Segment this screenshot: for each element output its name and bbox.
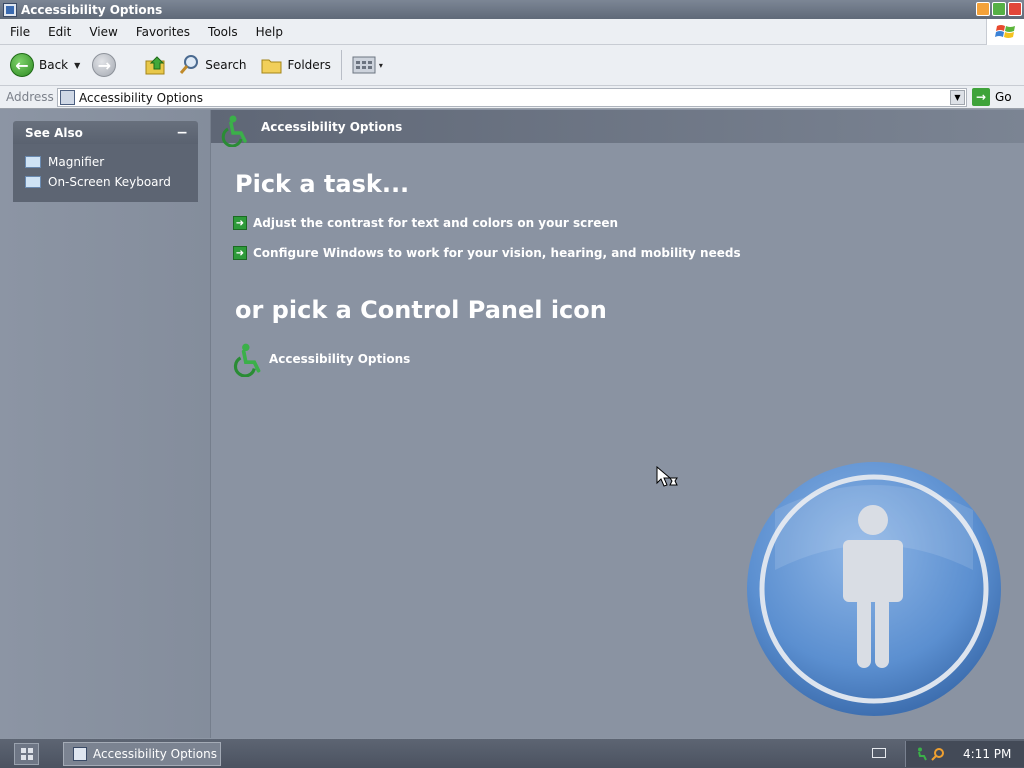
maximize-button[interactable] [992,2,1006,16]
close-button[interactable] [1008,2,1022,16]
folders-label: Folders [287,58,331,72]
go-arrow-icon: → [972,88,990,106]
back-arrow-icon: ← [10,53,34,77]
see-also-panel: See Also − Magnifier On-Screen Keyboard [13,121,198,202]
keyboard-icon [25,176,41,188]
control-panel-icon [60,90,75,105]
wheelchair-icon [221,115,247,147]
taskbar-window-button[interactable]: Accessibility Options [63,742,221,766]
pick-task-heading: Pick a task... [235,170,410,198]
task-arrow-icon: ➜ [233,216,247,230]
menu-help[interactable]: Help [247,25,292,39]
collapse-icon[interactable]: − [176,125,188,141]
banner-title: Accessibility Options [261,119,403,134]
menu-bar: File Edit View Favorites Tools Help [0,19,1024,45]
see-also-magnifier[interactable]: Magnifier [25,152,188,172]
toolbar: ← Back ▼ → Search Folders ▾ [0,45,1024,86]
accessibility-tray-icon[interactable] [914,747,928,761]
search-label: Search [205,58,247,72]
search-button[interactable]: Search [174,49,250,81]
start-button[interactable] [14,743,39,765]
window-icon[interactable] [3,2,17,17]
menu-tools[interactable]: Tools [199,25,247,39]
address-value: Accessibility Options [79,90,203,105]
see-also-header[interactable]: See Also − [13,121,198,144]
menu-view[interactable]: View [80,25,126,39]
task-label: Adjust the contrast for text and colors … [253,216,619,230]
address-input[interactable]: Accessibility Options ▼ [57,88,967,107]
back-dropdown-icon[interactable]: ▼ [74,61,80,70]
see-also-on-screen-keyboard[interactable]: On-Screen Keyboard [25,172,188,192]
taskbar: Accessibility Options 4:11 PM [0,738,1024,768]
system-tray: 4:11 PM [905,741,1024,767]
task-link-configure-windows[interactable]: ➜ Configure Windows to work for your vis… [233,246,741,260]
search-icon [180,55,199,74]
menu-file[interactable]: File [0,25,39,39]
see-also-title: See Also [25,125,83,140]
left-task-pane: See Also − Magnifier On-Screen Keyboard [0,110,211,738]
category-banner: Accessibility Options [211,110,1024,147]
views-icon [352,56,376,74]
cp-icon-label: Accessibility Options [269,352,411,366]
magnifier-tray-icon[interactable] [931,747,945,761]
views-dropdown-icon[interactable]: ▾ [379,61,383,70]
start-grid-icon [20,748,33,760]
cp-icon-accessibility-options[interactable]: Accessibility Options [231,341,410,377]
magnifier-icon [25,156,41,168]
views-button[interactable]: ▾ [348,49,387,81]
window-title: Accessibility Options [21,2,163,17]
window-icon [73,747,87,761]
wheelchair-icon [233,343,261,377]
keyboard-tray-icon[interactable] [872,748,886,758]
go-label: Go [995,90,1012,104]
address-dropdown-icon[interactable]: ▼ [950,90,965,105]
mouse-cursor-icon [656,466,678,487]
clock[interactable]: 4:11 PM [963,747,1011,761]
folders-button[interactable]: Folders [257,49,335,81]
see-also-label: On-Screen Keyboard [48,175,171,189]
menu-favorites[interactable]: Favorites [127,25,199,39]
go-button[interactable]: → Go [972,88,1012,106]
title-bar[interactable]: Accessibility Options [0,0,1024,19]
task-link-adjust-contrast[interactable]: ➜ Adjust the contrast for text and color… [233,216,618,230]
task-label: Configure Windows to work for your visio… [253,246,741,260]
task-arrow-icon: ➜ [233,246,247,260]
back-label: Back [39,58,69,72]
windows-logo-icon [986,19,1024,45]
accessibility-person-badge-icon [747,462,1001,716]
address-bar: Address Accessibility Options ▼ → Go [0,86,1024,109]
minimize-button[interactable] [976,2,990,16]
forward-arrow-icon: → [92,53,117,77]
pick-icon-heading: or pick a Control Panel icon [235,296,607,324]
forward-button[interactable]: → [88,49,120,81]
address-label: Address [6,90,54,104]
folders-icon [261,59,282,74]
up-folder-button[interactable] [140,49,172,81]
taskbar-window-label: Accessibility Options [93,747,217,761]
toolbar-separator [340,50,342,80]
back-button[interactable]: ← Back ▼ [6,49,84,81]
see-also-label: Magnifier [48,155,105,169]
up-folder-icon [145,56,165,75]
menu-edit[interactable]: Edit [39,25,80,39]
